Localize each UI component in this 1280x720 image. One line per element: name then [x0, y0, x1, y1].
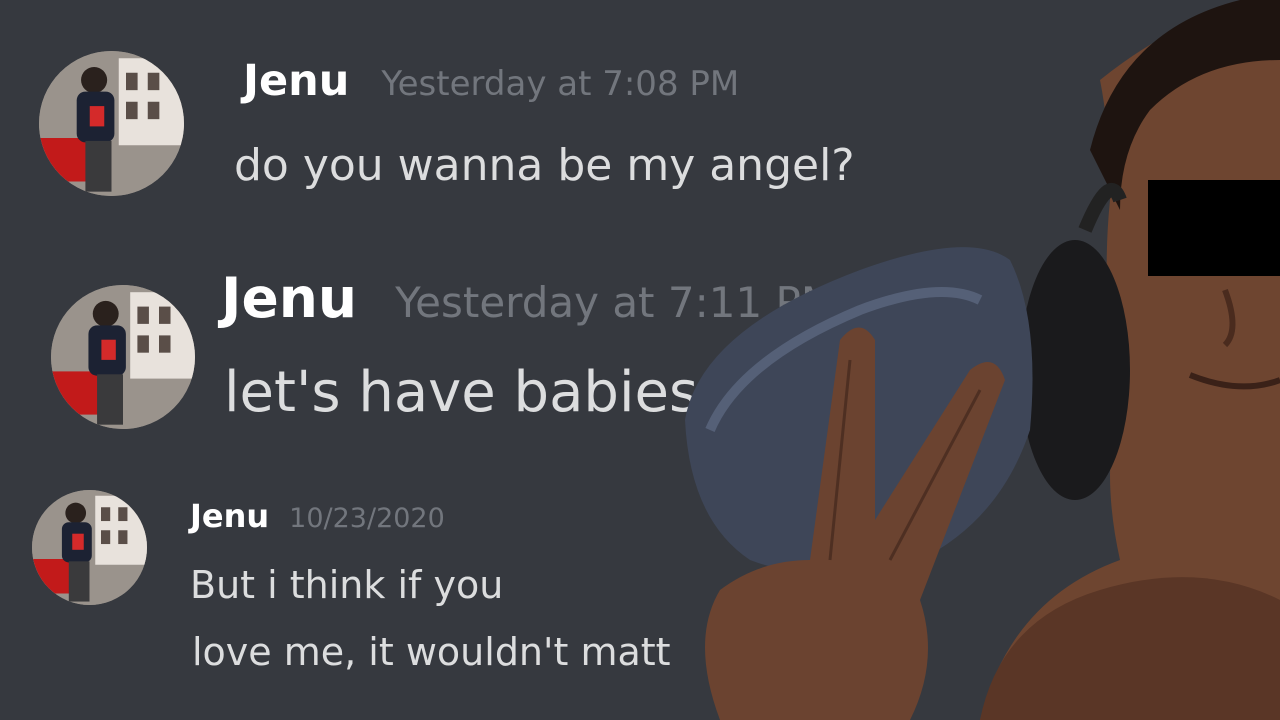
avatar-image — [39, 51, 184, 196]
message-text-line-1: But i think if you — [190, 563, 504, 607]
message-header: Jenu Yesterday at 7:08 PM — [243, 56, 739, 106]
censor-bar — [1148, 180, 1280, 276]
avatar-image — [32, 490, 147, 605]
avatar[interactable] — [39, 51, 184, 196]
author-name[interactable]: Jenu — [243, 56, 349, 106]
message-text: let's have babies — [224, 360, 699, 425]
timestamp: 10/23/2020 — [289, 503, 445, 534]
avatar-image — [51, 285, 195, 429]
message-header: Jenu 10/23/2020 — [190, 497, 445, 535]
author-name[interactable]: Jenu — [190, 497, 269, 535]
author-name[interactable]: Jenu — [221, 266, 357, 330]
message-text-line-2: love me, it wouldn't matt — [192, 630, 671, 674]
avatar[interactable] — [32, 490, 147, 605]
overlay-photo — [680, 0, 1280, 720]
person-photo — [685, 0, 1280, 720]
avatar[interactable] — [51, 285, 195, 429]
